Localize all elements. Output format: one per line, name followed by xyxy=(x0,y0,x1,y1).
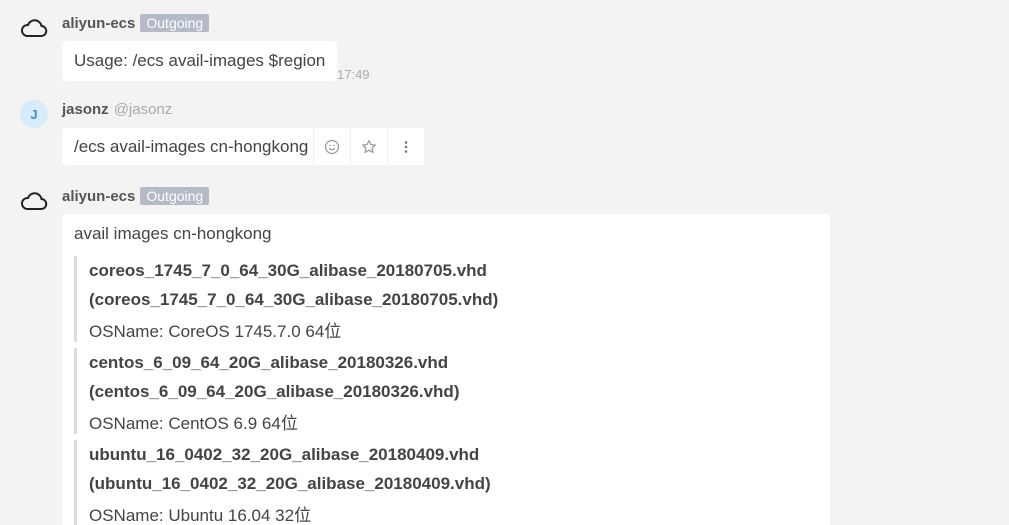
avatar-letter: J xyxy=(20,100,48,128)
avatar[interactable]: J xyxy=(19,99,49,129)
image-id: (ubuntu_16_0402_32_20G_alibase_20180409.… xyxy=(89,474,491,493)
image-entry: centos_6_09_64_20G_alibase_20180326.vhd … xyxy=(74,348,818,434)
outgoing-badge: Outgoing xyxy=(140,14,210,32)
sender-name[interactable]: aliyun-ecs xyxy=(62,188,135,205)
image-entry: ubuntu_16_0402_32_20G_alibase_20180409.v… xyxy=(74,440,818,525)
image-id: (coreos_1745_7_0_64_30G_alibase_20180705… xyxy=(89,290,499,309)
image-name: coreos_1745_7_0_64_30G_alibase_20180705.… xyxy=(89,261,487,280)
message-text: /ecs avail-images cn-hongkong xyxy=(74,137,309,156)
image-osname: OSName: CoreOS 1745.7.0 64位 xyxy=(89,322,342,341)
card-title: avail images cn-hongkong xyxy=(74,224,272,243)
more-vertical-icon[interactable] xyxy=(388,128,424,165)
outgoing-badge: Outgoing xyxy=(140,187,210,205)
message-bubble: Usage: /ecs avail-images $region xyxy=(62,41,338,81)
message-text: Usage: /ecs avail-images $region xyxy=(74,51,326,70)
message-bubble: /ecs avail-images cn-hongkong xyxy=(62,128,321,165)
image-osname: OSName: Ubuntu 16.04 32位 xyxy=(89,506,312,525)
image-entry: coreos_1745_7_0_64_30G_alibase_20180705.… xyxy=(74,256,818,342)
image-name: centos_6_09_64_20G_alibase_20180326.vhd … xyxy=(89,353,460,401)
star-icon[interactable] xyxy=(351,128,388,165)
image-name: ubuntu_16_0402_32_20G_alibase_20180409.v… xyxy=(89,445,480,464)
message-bot-usage: aliyun-ecs Outgoing Usage: /ecs avail-im… xyxy=(0,0,1009,90)
cloud-icon[interactable] xyxy=(19,13,49,43)
image-osname: OSName: CentOS 6.9 64位 xyxy=(89,414,298,433)
message-timestamp[interactable]: 17:49 xyxy=(337,67,370,82)
sender-name[interactable]: jasonz xyxy=(62,101,109,118)
smiley-icon[interactable] xyxy=(314,128,351,165)
message-header: aliyun-ecs Outgoing xyxy=(62,13,210,33)
cloud-icon[interactable] xyxy=(19,186,49,216)
message-header: aliyun-ecs Outgoing xyxy=(62,186,210,206)
sender-handle: @jasonz xyxy=(113,100,173,118)
message-header: jasonz @jasonz xyxy=(62,99,172,119)
message-actions-toolbar xyxy=(313,128,424,165)
message-user-command: J jasonz @jasonz /ecs avail-images cn-ho… xyxy=(0,90,1009,176)
sender-name[interactable]: aliyun-ecs xyxy=(62,15,135,32)
chat-view: aliyun-ecs Outgoing Usage: /ecs avail-im… xyxy=(0,0,1009,525)
image-list-card: avail images cn-hongkong coreos_1745_7_0… xyxy=(62,214,830,525)
